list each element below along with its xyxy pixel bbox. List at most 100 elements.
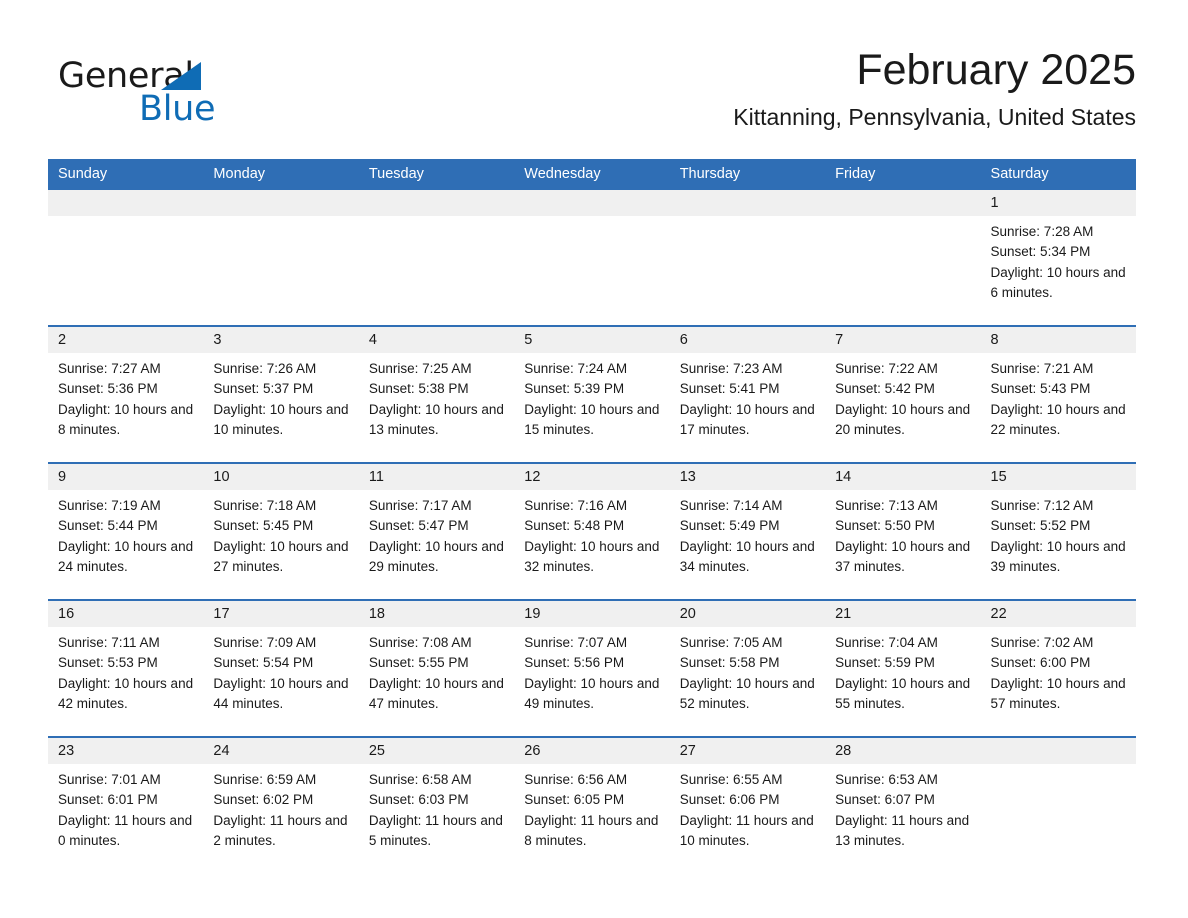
day-cell[interactable]: [514, 190, 670, 326]
day-cell[interactable]: 18 Sunrise: 7:08 AM Sunset: 5:55 PM Dayligh…: [358, 599, 515, 737]
day-cell[interactable]: 9 Sunrise: 7:19 AM Sunset: 5:44 PM Daylight…: [48, 462, 204, 600]
day-details: Sunrise: 7:18 AM Sunset: 5:45 PM Daylight:…: [203, 490, 358, 577]
day-cell[interactable]: 8 Sunrise: 7:21 AM Sunset: 5:43 PM Daylight…: [980, 325, 1136, 463]
day-cell[interactable]: 25 Sunrise: 6:58 AM Sunset: 6:03 PM Dayligh…: [358, 736, 515, 873]
day-cell[interactable]: 3 Sunrise: 7:26 AM Sunset: 5:37 PM Daylight…: [203, 325, 359, 463]
day-cell[interactable]: 23 Sunrise: 7:01 AM Sunset: 6:01 PM Dayligh…: [48, 736, 204, 873]
day-details: Sunrise: 7:02 AM Sunset: 6:00 PM Daylight:…: [981, 627, 1136, 714]
day-cell[interactable]: 19 Sunrise: 7:07 AM Sunset: 5:56 PM Dayligh…: [514, 599, 670, 737]
day-cell[interactable]: [203, 190, 359, 326]
sunset-text: Sunset: 5:59 PM: [835, 655, 935, 671]
day-cell[interactable]: [48, 190, 204, 326]
day-cell[interactable]: [980, 736, 1136, 873]
sunset-text: Sunset: 5:50 PM: [835, 518, 935, 534]
daylight-text: Daylight: 10 hours and 6 minutes.: [990, 264, 1126, 300]
sunset-text: Sunset: 6:07 PM: [835, 792, 935, 808]
day-number: 16: [48, 601, 204, 627]
day-cell[interactable]: 27 Sunrise: 6:55 AM Sunset: 6:06 PM Dayligh…: [669, 736, 826, 873]
day-number: 12: [514, 464, 670, 490]
day-cell[interactable]: 24 Sunrise: 6:59 AM Sunset: 6:02 PM Dayligh…: [203, 736, 359, 873]
day-details: Sunrise: 7:22 AM Sunset: 5:42 PM Daylight:…: [825, 353, 980, 440]
sunrise-text: Sunrise: 7:24 AM: [524, 361, 628, 376]
sunset-text: Sunset: 6:02 PM: [213, 792, 314, 808]
day-cell[interactable]: 2 Sunrise: 7:27 AM Sunset: 5:36 PM Daylight…: [48, 325, 204, 463]
daylight-text: Daylight: 10 hours and 37 minutes.: [835, 538, 971, 574]
weekday-header-thursday: Thursday: [669, 159, 826, 190]
sunset-text: Sunset: 5:37 PM: [213, 381, 314, 397]
day-cell[interactable]: 14 Sunrise: 7:13 AM Sunset: 5:50 PM Dayligh…: [825, 462, 981, 600]
logo-text-blue: Blue: [139, 89, 216, 129]
day-details: Sunrise: 6:56 AM Sunset: 6:05 PM Daylight:…: [514, 764, 669, 851]
day-number: 27: [669, 738, 826, 764]
daylight-text: Daylight: 10 hours and 29 minutes.: [368, 538, 504, 574]
day-cell[interactable]: 20 Sunrise: 7:05 AM Sunset: 5:58 PM Dayligh…: [669, 599, 826, 737]
day-cell[interactable]: [669, 190, 826, 326]
sunset-text: Sunset: 5:39 PM: [524, 381, 625, 397]
day-number: [358, 190, 515, 216]
day-number: [980, 738, 1136, 764]
day-details: Sunrise: 7:04 AM Sunset: 5:59 PM Daylight:…: [825, 627, 980, 714]
weekday-header-sunday: Sunday: [48, 159, 204, 190]
sunrise-text: Sunrise: 7:19 AM: [58, 498, 161, 513]
day-details: [359, 216, 514, 222]
day-number: 21: [825, 601, 981, 627]
day-details: Sunrise: 7:08 AM Sunset: 5:55 PM Daylight:…: [359, 627, 514, 714]
sunrise-text: Sunrise: 6:55 AM: [679, 772, 783, 787]
daylight-text: Daylight: 11 hours and 5 minutes.: [368, 812, 503, 848]
month-calendar: Sunday Monday Tuesday Wednesday Thursday…: [48, 159, 1136, 873]
day-cell[interactable]: 28 Sunrise: 6:53 AM Sunset: 6:07 PM Dayligh…: [825, 736, 981, 873]
day-cell[interactable]: 12 Sunrise: 7:16 AM Sunset: 5:48 PM Dayligh…: [514, 462, 670, 600]
day-details: Sunrise: 6:59 AM Sunset: 6:02 PM Daylight:…: [203, 764, 358, 851]
day-cell[interactable]: 16 Sunrise: 7:11 AM Sunset: 5:53 PM Dayligh…: [48, 599, 204, 737]
day-cell[interactable]: 26 Sunrise: 6:56 AM Sunset: 6:05 PM Dayligh…: [514, 736, 670, 873]
day-cell[interactable]: 4 Sunrise: 7:25 AM Sunset: 5:38 PM Daylight…: [358, 325, 515, 463]
sunrise-text: Sunrise: 7:27 AM: [58, 361, 161, 376]
day-details: [203, 216, 358, 222]
day-cell[interactable]: 15 Sunrise: 7:12 AM Sunset: 5:52 PM Dayligh…: [980, 462, 1136, 600]
day-details: Sunrise: 7:12 AM Sunset: 5:52 PM Daylight:…: [981, 490, 1136, 577]
day-cell[interactable]: 7 Sunrise: 7:22 AM Sunset: 5:42 PM Daylight…: [825, 325, 981, 463]
day-cell[interactable]: 11 Sunrise: 7:17 AM Sunset: 5:47 PM Dayligh…: [358, 462, 515, 600]
day-details: Sunrise: 7:01 AM Sunset: 6:01 PM Daylight:…: [48, 764, 203, 851]
day-number: [825, 190, 981, 216]
day-cell[interactable]: 22 Sunrise: 7:02 AM Sunset: 6:00 PM Dayligh…: [980, 599, 1136, 737]
sunset-text: Sunset: 5:45 PM: [213, 518, 314, 534]
daylight-text: Daylight: 10 hours and 42 minutes.: [58, 675, 194, 711]
sunset-text: Sunset: 5:47 PM: [368, 518, 469, 534]
week-row: 2 Sunrise: 7:27 AM Sunset: 5:36 PM Daylight…: [48, 325, 1136, 463]
day-cell[interactable]: 17 Sunrise: 7:09 AM Sunset: 5:54 PM Dayligh…: [203, 599, 359, 737]
day-number: 1: [980, 190, 1136, 216]
page-title: February 2025: [856, 46, 1136, 94]
sunrise-text: Sunrise: 7:02 AM: [990, 635, 1094, 650]
day-number: 17: [203, 601, 359, 627]
day-number: [514, 190, 670, 216]
sunset-text: Sunset: 5:41 PM: [679, 381, 780, 397]
day-number: 10: [203, 464, 359, 490]
sunset-text: Sunset: 6:06 PM: [679, 792, 780, 808]
day-number: 20: [669, 601, 826, 627]
day-cell[interactable]: [358, 190, 515, 326]
day-cell[interactable]: 10 Sunrise: 7:18 AM Sunset: 5:45 PM Dayligh…: [203, 462, 359, 600]
daylight-text: Daylight: 11 hours and 13 minutes.: [835, 812, 970, 848]
day-cell[interactable]: [825, 190, 981, 326]
day-cell[interactable]: 1 Sunrise: 7:28 AM Sunset: 5:34 PM Daylight…: [980, 190, 1136, 326]
sunrise-text: Sunrise: 7:23 AM: [679, 361, 783, 376]
day-cell[interactable]: 5 Sunrise: 7:24 AM Sunset: 5:39 PM Daylight…: [514, 325, 670, 463]
day-cell[interactable]: 21 Sunrise: 7:04 AM Sunset: 5:59 PM Dayligh…: [825, 599, 981, 737]
daylight-text: Daylight: 11 hours and 2 minutes.: [213, 812, 348, 848]
day-details: Sunrise: 7:07 AM Sunset: 5:56 PM Daylight:…: [514, 627, 669, 714]
sunrise-text: Sunrise: 6:53 AM: [835, 772, 938, 787]
week-row: 1 Sunrise: 7:28 AM Sunset: 5:34 PM Daylight…: [48, 190, 1136, 326]
page-subtitle: Kittanning, Pennsylvania, United States: [733, 104, 1136, 130]
sunrise-text: Sunrise: 7:14 AM: [679, 498, 783, 513]
calendar-body: 1 Sunrise: 7:28 AM Sunset: 5:34 PM Daylight…: [48, 190, 1136, 873]
sunset-text: Sunset: 5:49 PM: [679, 518, 780, 534]
sunset-text: Sunset: 5:34 PM: [990, 244, 1091, 260]
daylight-text: Daylight: 10 hours and 39 minutes.: [990, 538, 1126, 574]
sunset-text: Sunset: 5:48 PM: [524, 518, 625, 534]
daylight-text: Daylight: 10 hours and 44 minutes.: [213, 675, 349, 711]
day-number: 15: [980, 464, 1136, 490]
day-cell[interactable]: 13 Sunrise: 7:14 AM Sunset: 5:49 PM Dayligh…: [669, 462, 826, 600]
day-details: Sunrise: 7:26 AM Sunset: 5:37 PM Daylight:…: [203, 353, 358, 440]
day-cell[interactable]: 6 Sunrise: 7:23 AM Sunset: 5:41 PM Daylight…: [669, 325, 826, 463]
